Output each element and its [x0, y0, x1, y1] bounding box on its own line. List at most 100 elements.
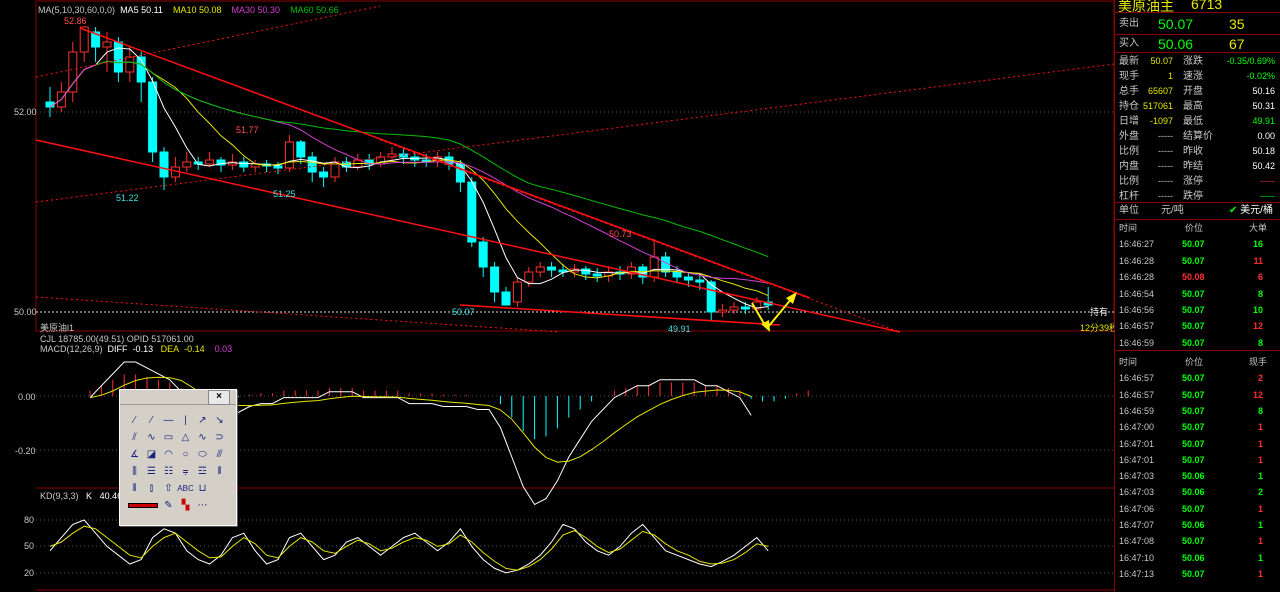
time-zone-tool-icon[interactable]: ⦀: [126, 480, 143, 497]
rectangle-tool-icon[interactable]: ▭: [160, 429, 177, 446]
table-row[interactable]: 16:46:28 50.07 11: [1115, 253, 1280, 269]
table-row[interactable]: 16:46:57 50.07 12: [1115, 318, 1280, 334]
row-time: 16:47:08: [1119, 536, 1155, 547]
dea-label: DEA: [160, 344, 180, 354]
col-header: 时间: [1119, 357, 1138, 367]
arc-tool-icon[interactable]: ⊃: [211, 429, 228, 446]
quote-label: 最低: [1183, 116, 1203, 127]
table-row[interactable]: 16:46:28 50.08 6: [1115, 269, 1280, 285]
up-arrow-tool-icon[interactable]: ⇧: [160, 480, 177, 497]
arrow-down-tool-icon[interactable]: ↘: [211, 412, 228, 429]
quote-label: 速涨: [1183, 71, 1203, 82]
arrow-up-tool-icon[interactable]: ↗: [194, 412, 211, 429]
ellipse-tool-icon[interactable]: ⬭: [194, 446, 211, 463]
drawing-toolbox[interactable]: × ⁄ ⁄ — | ↗ ↘ ⫽ ∿ ▭ △ ∿ ⊃ ∡ ◪ ◠ ○ ⬭ ⫻ ⫼ …: [119, 389, 237, 526]
horizontal-line-tool-icon[interactable]: —: [160, 412, 177, 429]
table-row[interactable]: 16:47:03 50.06 2: [1115, 484, 1280, 500]
row-volume: 1: [1257, 503, 1263, 514]
divider: [1115, 52, 1280, 53]
line-tool-icon[interactable]: ⁄: [126, 412, 143, 429]
row-volume: 12: [1252, 389, 1263, 400]
table-row[interactable]: 16:47:07 50.06 1: [1115, 517, 1280, 533]
quote-value: -0.02%: [1246, 71, 1275, 81]
buy-row[interactable]: 买入 50.06 67: [1115, 35, 1280, 53]
channel-tool-icon[interactable]: ⫻: [211, 446, 228, 463]
more-tools-icon[interactable]: ⋯: [194, 497, 211, 514]
fan-tool-icon[interactable]: ◠: [160, 446, 177, 463]
price-label-high: 52.86: [64, 16, 87, 26]
quote-label: 涨停: [1183, 176, 1203, 187]
parallel-line-tool-icon[interactable]: ⫽: [126, 429, 143, 446]
table-row[interactable]: 16:46:27 50.07 16: [1115, 236, 1280, 252]
color-tool-icon[interactable]: ▚: [177, 497, 194, 514]
quote-label: 昨收: [1183, 146, 1203, 157]
row-volume: 16: [1252, 239, 1263, 250]
triangle-tool-icon[interactable]: △: [177, 429, 194, 446]
row-time: 16:46:59: [1119, 337, 1155, 348]
sell-row[interactable]: 卖出 50.07 35: [1115, 15, 1280, 33]
levels-tool-icon[interactable]: ☲: [194, 463, 211, 480]
table-row[interactable]: 16:47:03 50.06 1: [1115, 468, 1280, 484]
fib-tool-icon[interactable]: ☰: [143, 463, 160, 480]
axis-label-macd-0: 0.00: [18, 392, 36, 402]
candle: [364, 154, 374, 170]
toolbox-close-button[interactable]: ×: [208, 390, 230, 405]
table-row[interactable]: 16:47:01 50.07 1: [1115, 452, 1280, 468]
table-row[interactable]: 16:47:08 50.07 1: [1115, 533, 1280, 549]
row-volume: 11: [1253, 255, 1263, 266]
table-row[interactable]: 16:46:59 50.07 8: [1115, 335, 1280, 351]
unit-toggle[interactable]: ✔ 美元/桶: [1229, 203, 1273, 219]
row-volume: 1: [1257, 536, 1263, 547]
col-header: 时间: [1119, 223, 1138, 233]
candle: [262, 160, 272, 172]
row-time: 16:46:28: [1119, 255, 1155, 266]
table-row[interactable]: 16:46:54 50.07 8: [1115, 286, 1280, 302]
dashed-line-tool-icon[interactable]: ⁄: [143, 412, 160, 429]
table-row[interactable]: 16:46:57 50.07 12: [1115, 387, 1280, 403]
table-row[interactable]: 16:46:56 50.07 10: [1115, 302, 1280, 318]
table-row[interactable]: 16:47:01 50.07 1: [1115, 436, 1280, 452]
divider: [1115, 350, 1280, 351]
candle: [296, 140, 306, 164]
table-row[interactable]: 16:47:13 50.07 1: [1115, 566, 1280, 582]
k-label: K: [86, 491, 93, 501]
cjl-legend: CJL 18785.00(49.51) OPID 517061.00: [40, 334, 194, 344]
toolbox-titlebar[interactable]: ×: [120, 390, 236, 405]
ma10-legend: MA10 50.08: [172, 5, 222, 15]
table-row[interactable]: 16:46:59 50.07 8: [1115, 403, 1280, 419]
countdown: 12分39秒: [1080, 323, 1119, 333]
text-tool-icon[interactable]: ABC: [177, 480, 194, 497]
row-price: 50.08: [1182, 272, 1205, 283]
axis-label-kd-50: 50: [24, 541, 35, 551]
line-style-selector-icon[interactable]: [126, 497, 160, 514]
row-price: 50.07: [1182, 337, 1205, 348]
angle-tool-icon[interactable]: ∡: [126, 446, 143, 463]
fan-lines-tool-icon[interactable]: ⩦: [177, 463, 194, 480]
cycle-tool-icon[interactable]: ⫴: [211, 463, 228, 480]
row-price: 50.06: [1182, 552, 1205, 563]
kd-legend: KD(9,3,3) K 40.46: [40, 491, 122, 501]
wave-tool-icon[interactable]: ∿: [194, 429, 211, 446]
candle: [547, 262, 557, 277]
period-tool-icon[interactable]: ⫼: [126, 463, 143, 480]
circle-tool-icon[interactable]: ○: [177, 446, 194, 463]
candle: [501, 287, 511, 306]
retrace-tool-icon[interactable]: ☷: [160, 463, 177, 480]
eraser-tool-icon[interactable]: ✎: [160, 497, 177, 514]
table-row[interactable]: 16:47:10 50.06 1: [1115, 550, 1280, 566]
vertical-line-tool-icon[interactable]: |: [177, 412, 194, 429]
col-header: 现手: [1249, 357, 1268, 367]
quote-value: 50.16: [1252, 86, 1275, 96]
axis-label-price-50: 50.00: [14, 307, 37, 317]
polyline-tool-icon[interactable]: ∿: [143, 429, 160, 446]
diff-value: -0.13: [132, 344, 154, 354]
quote-row: 总手 65607 开盘 50.16: [1115, 84, 1280, 99]
bars-tool-icon[interactable]: ⫾: [143, 480, 160, 497]
table-row[interactable]: 16:46:57 50.07 2: [1115, 370, 1280, 386]
quote-label: 比例: [1119, 176, 1139, 187]
histogram-tool-icon[interactable]: ⊔: [194, 480, 211, 497]
table-row[interactable]: 16:47:06 50.07 1: [1115, 501, 1280, 517]
market-tag: 美原油l1: [40, 323, 75, 333]
table-row[interactable]: 16:47:00 50.07 1: [1115, 419, 1280, 435]
gann-tool-icon[interactable]: ◪: [143, 446, 160, 463]
